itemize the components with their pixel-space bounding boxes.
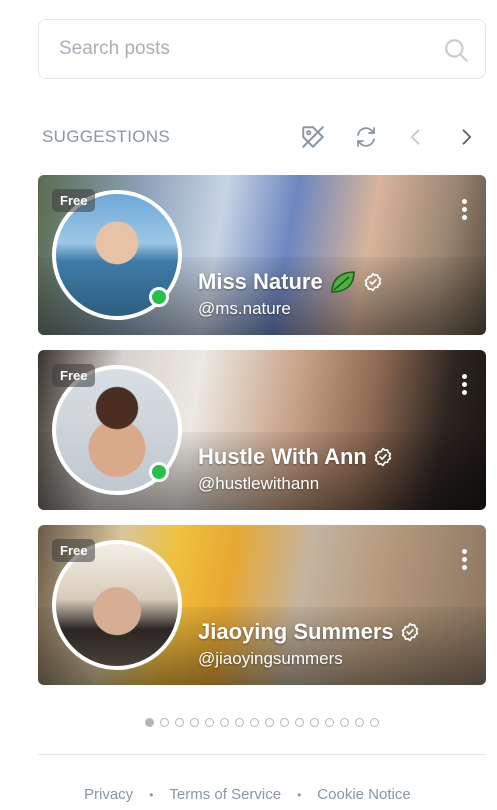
verified-icon — [374, 447, 392, 467]
pagination-dot[interactable] — [250, 718, 259, 727]
free-badge: Free — [52, 189, 96, 212]
profile-handle[interactable]: @ms.nature — [198, 299, 291, 319]
search-box[interactable] — [38, 19, 486, 79]
privacy-link[interactable]: Privacy — [84, 786, 133, 803]
terms-link[interactable]: Terms of Service — [169, 786, 281, 803]
more-options-button[interactable] — [460, 374, 468, 398]
chevron-left-icon — [410, 129, 420, 145]
cookie-notice-link[interactable]: Cookie Notice — [317, 786, 410, 803]
online-indicator — [149, 287, 169, 307]
pagination-dot[interactable] — [355, 718, 364, 727]
pagination-dot[interactable] — [190, 718, 199, 727]
footer-links: Privacy • Terms of Service • Cookie Noti… — [84, 786, 411, 803]
pagination-dot[interactable] — [175, 718, 184, 727]
pagination-dot[interactable] — [325, 718, 334, 727]
suggestion-card[interactable]: Free Hustle With Ann @hustlewithann — [38, 350, 486, 510]
refresh-button[interactable] — [351, 122, 381, 152]
chevron-right-icon — [462, 129, 472, 145]
pagination-dot[interactable] — [280, 718, 289, 727]
suggestion-card[interactable]: Free Miss Nature @ms.nature — [38, 175, 486, 335]
free-badge: Free — [52, 364, 96, 387]
suggestions-title: SUGGESTIONS — [42, 127, 170, 146]
divider — [38, 754, 486, 755]
free-badge: Free — [52, 539, 96, 562]
pagination-dot[interactable] — [205, 718, 214, 727]
next-button[interactable] — [451, 122, 481, 152]
pagination-dot[interactable] — [235, 718, 244, 727]
pagination-dots — [145, 718, 379, 727]
footer-separator: • — [297, 787, 302, 802]
pagination-dot[interactable] — [295, 718, 304, 727]
pagination-dot[interactable] — [160, 718, 169, 727]
pagination-dot[interactable] — [220, 718, 229, 727]
suggestion-card[interactable]: Free Jiaoying Summers @jiaoyingsummers — [38, 525, 486, 685]
pagination-dot[interactable] — [265, 718, 274, 727]
profile-handle[interactable]: @jiaoyingsummers — [198, 649, 343, 669]
search-icon[interactable] — [443, 37, 469, 63]
search-input[interactable] — [59, 20, 439, 78]
more-options-button[interactable] — [460, 199, 468, 223]
online-indicator — [149, 462, 169, 482]
footer-separator: • — [149, 787, 154, 802]
more-options-button[interactable] — [460, 549, 468, 573]
profile-name[interactable]: Jiaoying Summers — [198, 619, 420, 645]
profile-name[interactable]: Miss Nature — [198, 269, 383, 295]
pagination-dot[interactable] — [370, 718, 379, 727]
profile-name[interactable]: Hustle With Ann — [198, 444, 393, 470]
pagination-dot[interactable] — [340, 718, 349, 727]
prev-button[interactable] — [401, 122, 431, 152]
verified-icon — [401, 622, 418, 642]
pagination-dot[interactable] — [145, 718, 154, 727]
profile-handle[interactable]: @hustlewithann — [198, 474, 319, 494]
verified-icon — [364, 272, 381, 292]
suggestions-header: SUGGESTIONS — [42, 116, 486, 158]
refresh-icon — [357, 127, 375, 147]
free-filter-button[interactable] — [298, 122, 328, 152]
pagination-dot[interactable] — [310, 718, 319, 727]
leaf-icon — [330, 271, 355, 293]
price-tag-off-icon — [302, 126, 324, 148]
